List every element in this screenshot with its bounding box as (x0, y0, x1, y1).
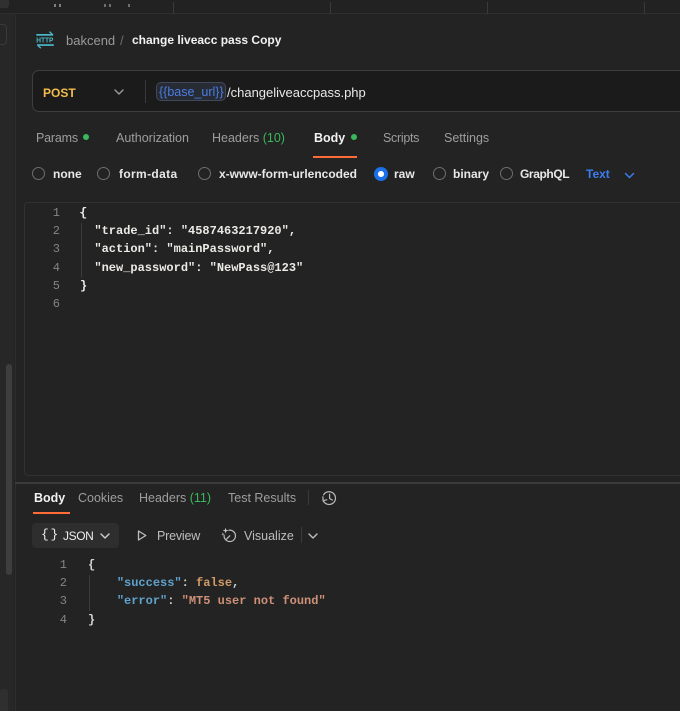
svg-text:HTTP: HTTP (36, 36, 53, 45)
